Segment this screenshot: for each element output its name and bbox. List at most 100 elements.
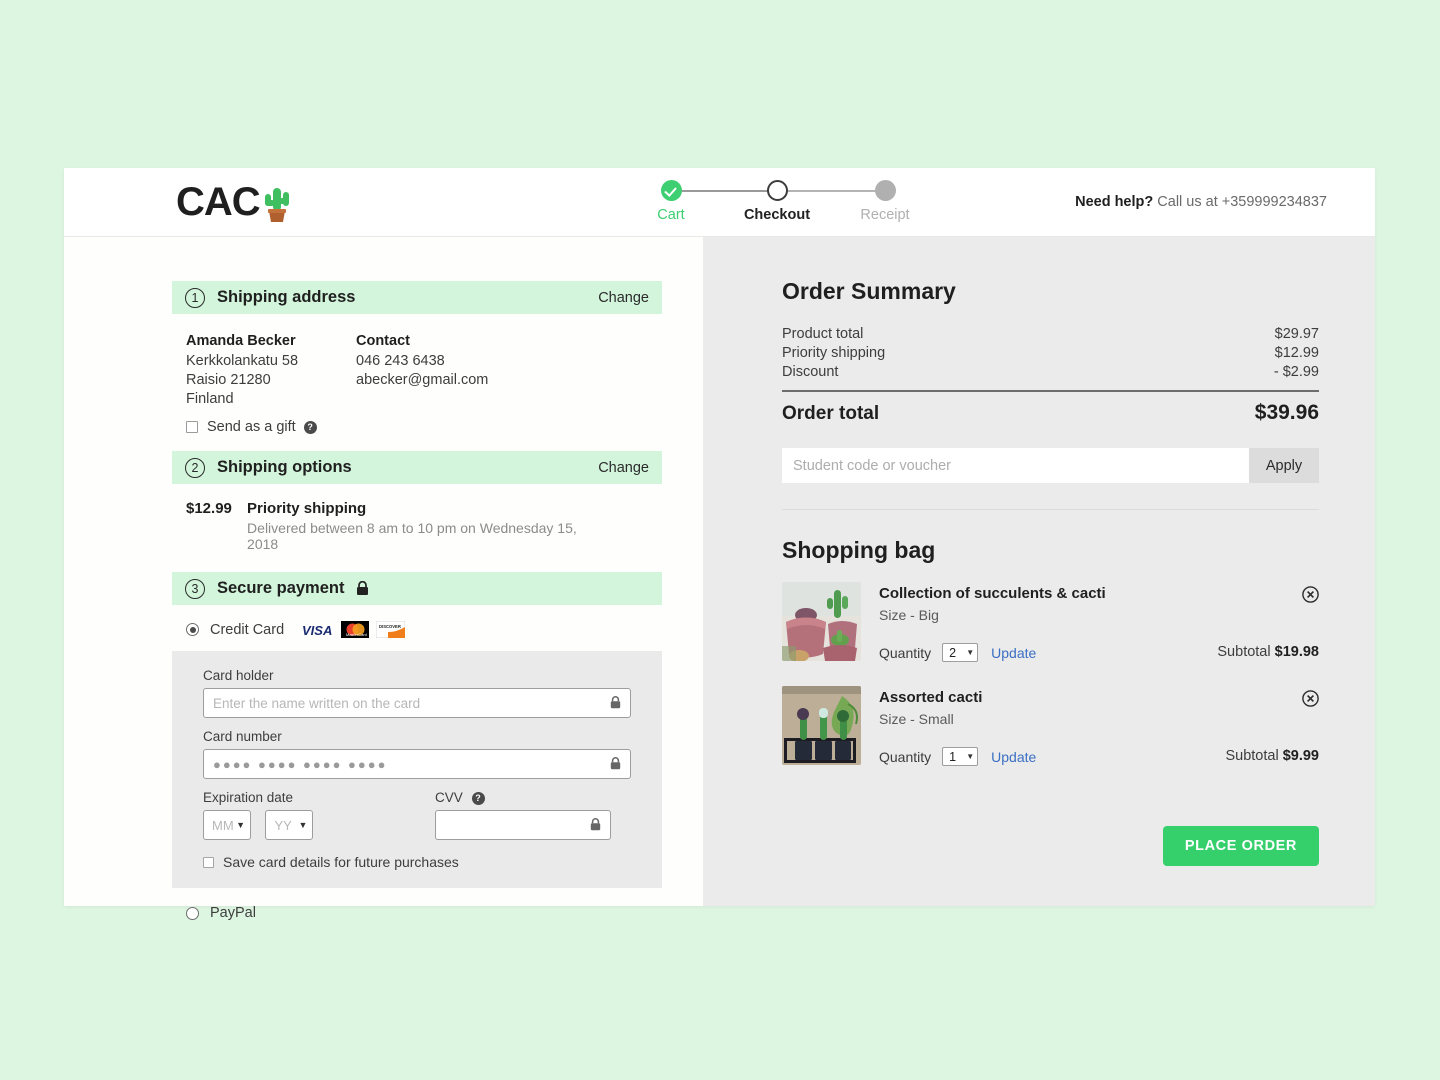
chevron-down-icon: ▼ <box>966 648 975 657</box>
address-street: Kerkkolankatu 58 <box>186 353 299 369</box>
section-title-secure-payment: Secure payment <box>217 579 345 597</box>
step-dot-current-icon <box>766 180 788 201</box>
expiration-month-value: MM <box>212 817 234 833</box>
card-number-value: ●●●● ●●●● ●●●● ●●●● <box>213 756 388 772</box>
question-mark-icon[interactable]: ? <box>303 420 317 434</box>
product-subtotal: Subtotal $9.99 <box>1225 748 1319 764</box>
stepper-step-checkout[interactable]: Checkout <box>737 180 817 223</box>
circle-x-icon <box>1302 586 1319 603</box>
step-dot-done-icon <box>660 180 682 201</box>
expiration-year-select[interactable]: YY ▼ <box>265 810 314 840</box>
credit-card-radio[interactable] <box>186 623 199 636</box>
contact-block: Contact 046 243 6438 abecker@gmail.com <box>356 332 526 409</box>
help-strong: Need help? <box>1075 194 1154 210</box>
product-name: Collection of succulents & cacti <box>879 585 1106 602</box>
remove-item-button[interactable] <box>1302 690 1319 707</box>
summary-value: - $2.99 <box>1273 364 1319 380</box>
update-quantity-link[interactable]: Update <box>991 645 1036 661</box>
section-number-3: 3 <box>185 578 205 599</box>
voucher-row: Student code or voucher Apply <box>782 448 1319 483</box>
checkout-body: 1 Shipping address Change Amanda Becker … <box>64 237 1375 921</box>
paypal-radio[interactable] <box>186 906 199 920</box>
summary-value: $29.97 <box>1274 326 1319 342</box>
change-shipping-address-link[interactable]: Change <box>598 290 649 306</box>
checkout-window: CAC Cart Checkout Receipt Need help? Cal… <box>64 168 1375 921</box>
svg-text:DISCOVER: DISCOVER <box>379 624 401 629</box>
order-total-value: $39.96 <box>1254 401 1319 424</box>
section-header-shipping-options: 2 Shipping options Change <box>172 451 662 484</box>
step-dot-todo-icon <box>874 180 896 201</box>
remove-item-button[interactable] <box>1302 586 1319 603</box>
chevron-down-icon: ▼ <box>236 820 245 830</box>
mastercard-icon: MasterCard <box>341 621 370 638</box>
voucher-input[interactable]: Student code or voucher <box>782 448 1249 483</box>
card-holder-label: Card holder <box>203 668 274 683</box>
step-label-checkout: Checkout <box>743 207 811 223</box>
shopping-bag-title: Shopping bag <box>782 537 936 563</box>
order-total-label: Order total <box>782 403 880 424</box>
summary-label: Priority shipping <box>782 345 886 361</box>
summary-label: Discount <box>782 364 839 380</box>
address-city: Raisio 21280 <box>186 372 271 388</box>
product-image-succulents <box>782 582 861 661</box>
lock-icon <box>610 696 621 712</box>
summary-row-discount: Discount - $2.99 <box>782 363 1319 382</box>
expiration-label: Expiration date <box>203 790 294 805</box>
payment-method-paypal[interactable]: PayPal <box>172 888 595 921</box>
svg-text:MasterCard: MasterCard <box>346 632 367 637</box>
product-image-assorted-cacti <box>782 686 861 765</box>
lock-icon <box>610 757 621 773</box>
order-summary-title: Order Summary <box>782 278 956 304</box>
summary-value: $12.99 <box>1274 345 1319 361</box>
send-as-gift-row[interactable]: Send as a gift ? <box>172 409 595 451</box>
expiration-field: Expiration date MM ▼ YY ▼ <box>203 790 435 840</box>
question-mark-icon[interactable]: ? <box>471 791 485 805</box>
card-number-input[interactable]: ●●●● ●●●● ●●●● ●●●● <box>203 749 631 779</box>
product-size: Size - Big <box>879 607 939 623</box>
section-title-shipping-options: Shipping options <box>217 458 352 476</box>
cvv-input[interactable] <box>435 810 611 840</box>
cactus-icon <box>262 182 292 222</box>
card-holder-input[interactable]: Enter the name written on the card <box>203 688 631 718</box>
checkout-left-column: 1 Shipping address Change Amanda Becker … <box>64 237 703 921</box>
section-header-shipping-address: 1 Shipping address Change <box>172 281 662 314</box>
change-shipping-options-link[interactable]: Change <box>598 460 649 476</box>
save-card-checkbox[interactable] <box>203 856 214 868</box>
logo-text: CAC <box>176 180 261 224</box>
expiration-month-select[interactable]: MM ▼ <box>203 810 251 840</box>
product-name: Assorted cacti <box>879 689 983 706</box>
voucher-placeholder: Student code or voucher <box>793 457 951 474</box>
chevron-down-icon: ▼ <box>298 820 308 830</box>
shipping-address-details: Amanda Becker Kerkkolankatu 58 Raisio 21… <box>172 314 595 409</box>
quantity-select[interactable]: 1 ▼ <box>942 747 979 766</box>
payment-method-credit-card[interactable]: Credit Card VISA MasterCard DISCOVER <box>172 605 595 651</box>
quantity-label: Quantity <box>879 644 932 661</box>
place-order-button[interactable]: PLACE ORDER <box>1162 826 1319 866</box>
save-card-row[interactable]: Save card details for future purchases <box>203 854 631 870</box>
send-as-gift-checkbox[interactable] <box>186 421 198 433</box>
subtotal-label: Subtotal <box>1225 748 1279 764</box>
update-quantity-link[interactable]: Update <box>991 749 1036 765</box>
subtotal-label: Subtotal <box>1217 644 1271 660</box>
quantity-select[interactable]: 2 ▼ <box>942 643 979 662</box>
order-total-row: Order total $39.96 <box>782 401 1319 425</box>
list-item: Collection of succulents & cacti Size - … <box>782 582 1319 662</box>
checkout-right-column: Order Summary Product total $29.97 Prior… <box>703 237 1375 906</box>
expiration-year-value: YY <box>274 817 292 833</box>
address-country: Finland <box>186 391 234 407</box>
page-root: CAC Cart Checkout Receipt Need help? Cal… <box>0 0 1440 1080</box>
apply-voucher-button[interactable]: Apply <box>1249 448 1319 483</box>
card-holder-field: Card holder Enter the name written on th… <box>203 668 631 718</box>
cvv-label: CVV <box>435 790 463 805</box>
card-number-label: Card number <box>203 729 282 744</box>
discover-icon: DISCOVER <box>376 621 406 638</box>
stepper-step-cart[interactable]: Cart <box>631 180 711 223</box>
quantity-value: 1 <box>949 749 957 764</box>
shopping-bag-panel: Shopping bag Collection of succulents & … <box>703 510 1375 766</box>
contact-title: Contact <box>356 333 410 349</box>
subtotal-value: $19.98 <box>1274 644 1319 660</box>
brand-logo[interactable]: CAC <box>176 180 292 224</box>
contact-phone: 046 243 6438 <box>356 353 445 369</box>
cvv-field: CVV ? <box>435 790 631 840</box>
circle-x-icon <box>1302 690 1319 707</box>
